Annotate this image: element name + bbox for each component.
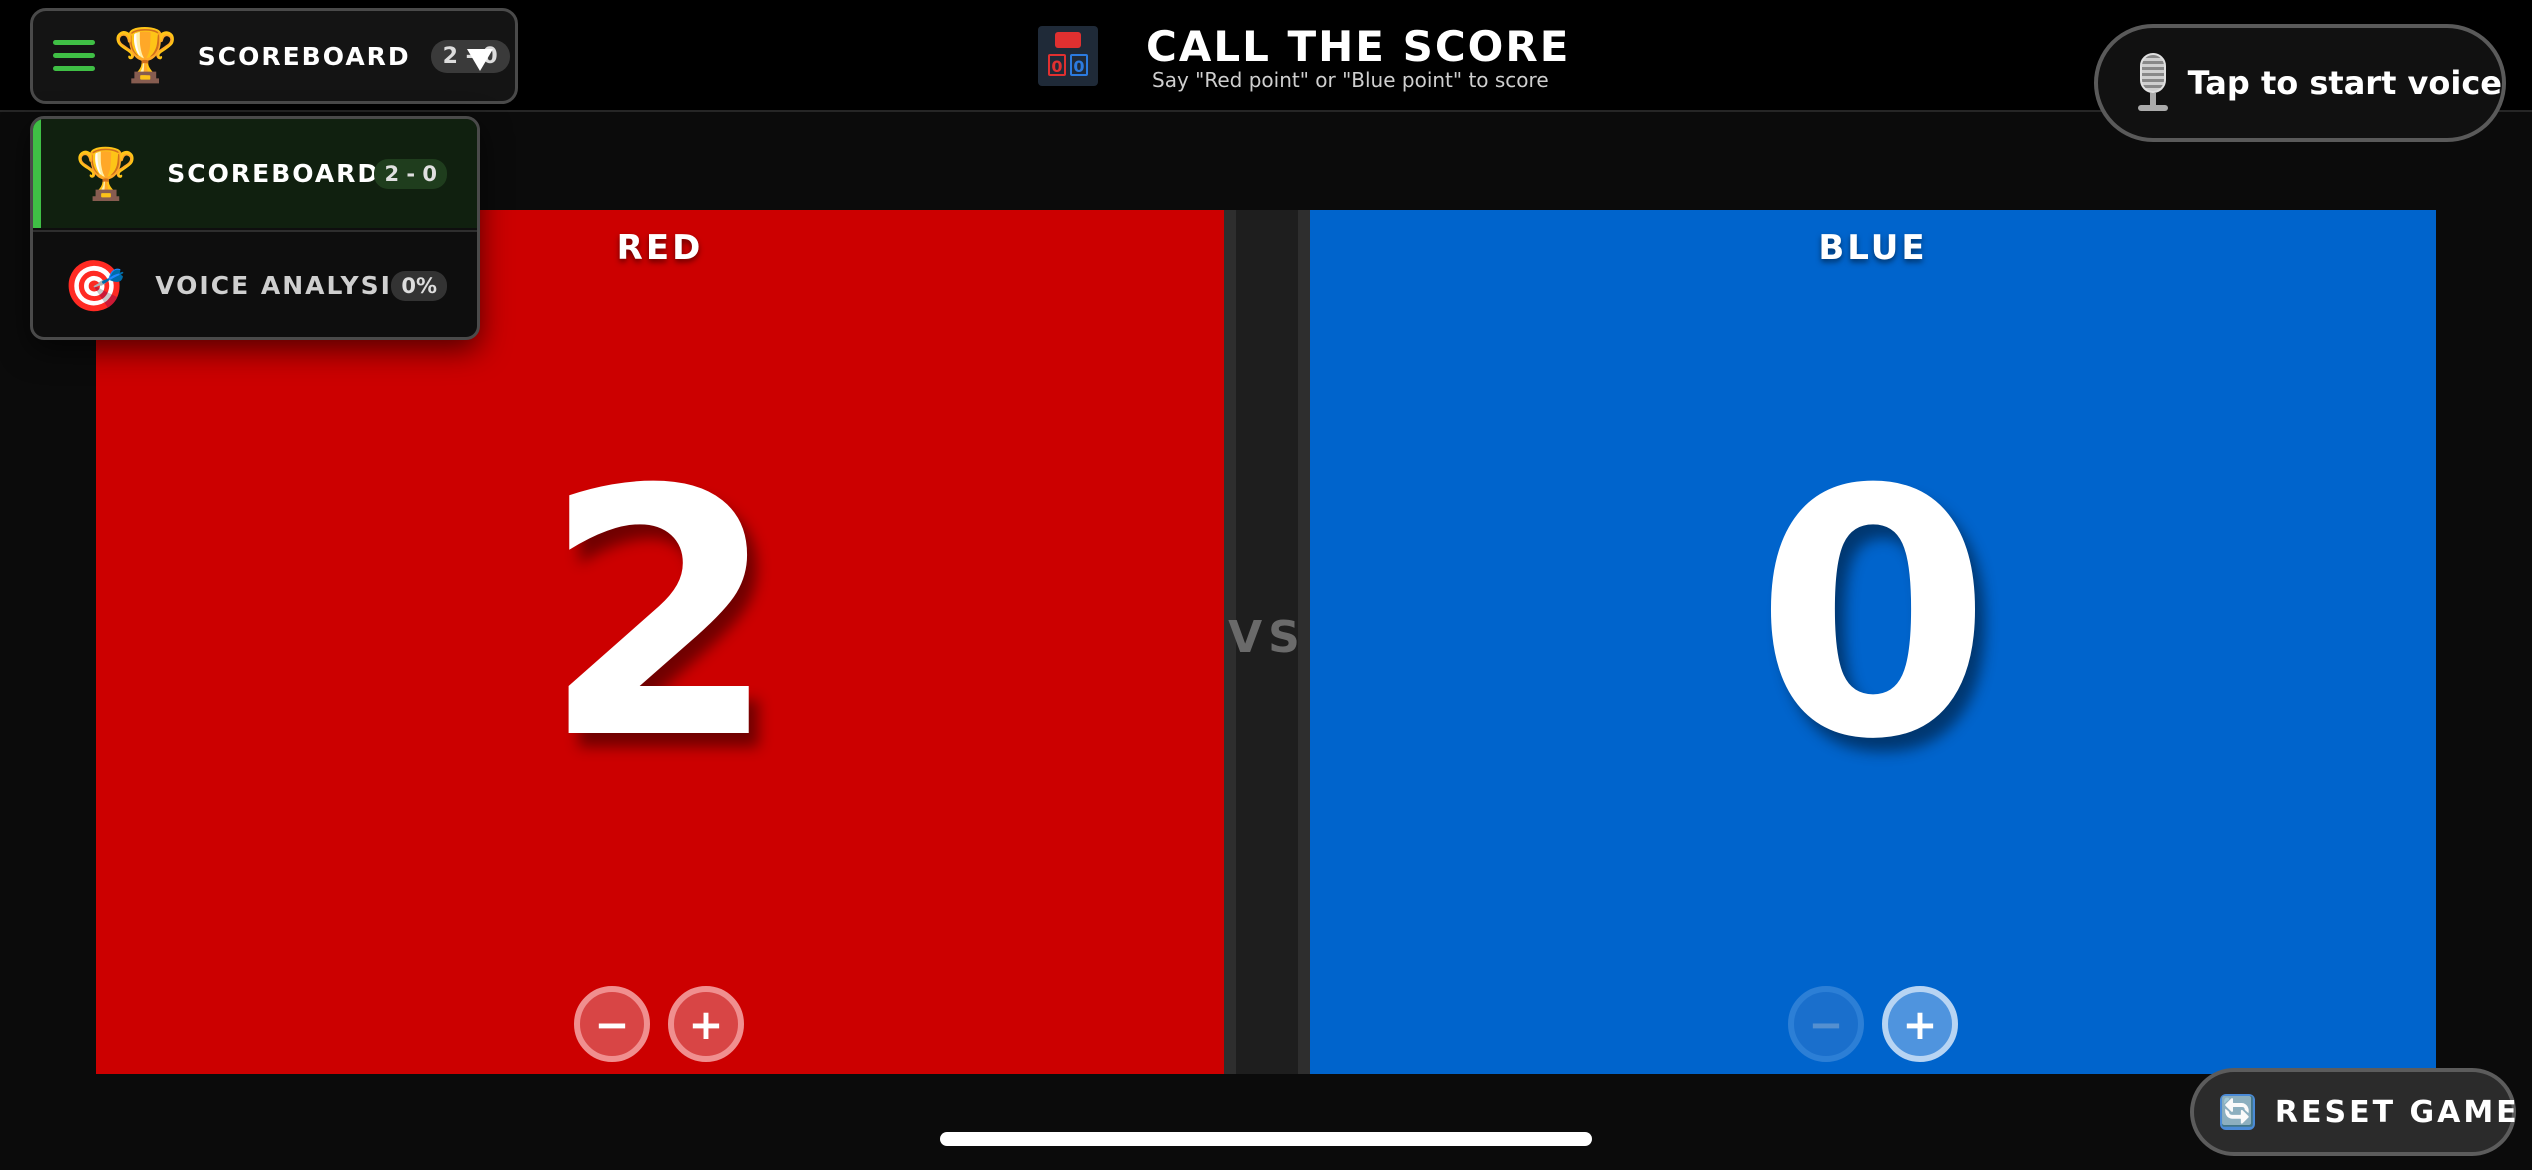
app-logo-icon: 0 0: [1038, 26, 1098, 86]
menu-item-badge: 0%: [391, 270, 447, 301]
microphone-icon: [2132, 53, 2168, 113]
menu-toggle-button[interactable]: 🏆 SCOREBOARD 2 - 0: [30, 8, 518, 104]
menu-item-label: VOICE ANALYSIS: [155, 271, 412, 300]
menu-toggle-label: SCOREBOARD: [197, 41, 411, 71]
menu-item-badge: 2 - 0: [374, 158, 447, 189]
logo-digit-blue: 0: [1070, 54, 1088, 76]
menu-item-label: SCOREBOARD: [167, 159, 381, 188]
red-increment-button[interactable]: +: [668, 986, 744, 1062]
menu-item-voice-analysis[interactable]: 🎯 VOICE ANALYSIS 0%: [33, 230, 477, 337]
blue-decrement-button[interactable]: −: [1788, 986, 1864, 1062]
target-icon: 🎯: [63, 256, 126, 315]
app-header: 0 0 CALL THE SCORE Say "Red point" or "B…: [1038, 20, 1568, 100]
start-voice-label: Tap to start voice: [2187, 64, 2502, 102]
refresh-icon: 🔄: [2220, 1094, 2255, 1130]
start-voice-button[interactable]: Tap to start voice: [2094, 24, 2506, 142]
home-indicator[interactable]: [940, 1132, 1592, 1146]
megaphone-icon: [1055, 32, 1081, 48]
trophy-icon: 🏆: [75, 144, 138, 203]
red-team-score: 2: [541, 418, 779, 814]
logo-digit-red: 0: [1048, 54, 1066, 76]
blue-team-panel[interactable]: BLUE 0 − +: [1310, 210, 2436, 1074]
blue-increment-button[interactable]: +: [1882, 986, 1958, 1062]
trophy-icon: 🏆: [113, 26, 178, 86]
reset-game-button[interactable]: 🔄 RESET GAME: [2190, 1068, 2517, 1156]
page-title: CALL THE SCORE: [1146, 22, 1571, 71]
reset-game-label: RESET GAME: [2274, 1094, 2520, 1130]
menu-item-scoreboard[interactable]: 🏆 SCOREBOARD 2 - 0: [33, 119, 477, 228]
blue-team-score: 0: [1754, 418, 1992, 814]
chevron-down-icon: [467, 49, 493, 71]
hamburger-icon: [53, 38, 95, 74]
red-decrement-button[interactable]: −: [574, 986, 650, 1062]
menu-dropdown: 🏆 SCOREBOARD 2 - 0 🎯 VOICE ANALYSIS 0%: [30, 116, 480, 340]
blue-team-name: BLUE: [1818, 228, 1928, 268]
vs-label: VS: [1228, 612, 1306, 663]
page-subtitle: Say "Red point" or "Blue point" to score: [1152, 68, 1549, 92]
